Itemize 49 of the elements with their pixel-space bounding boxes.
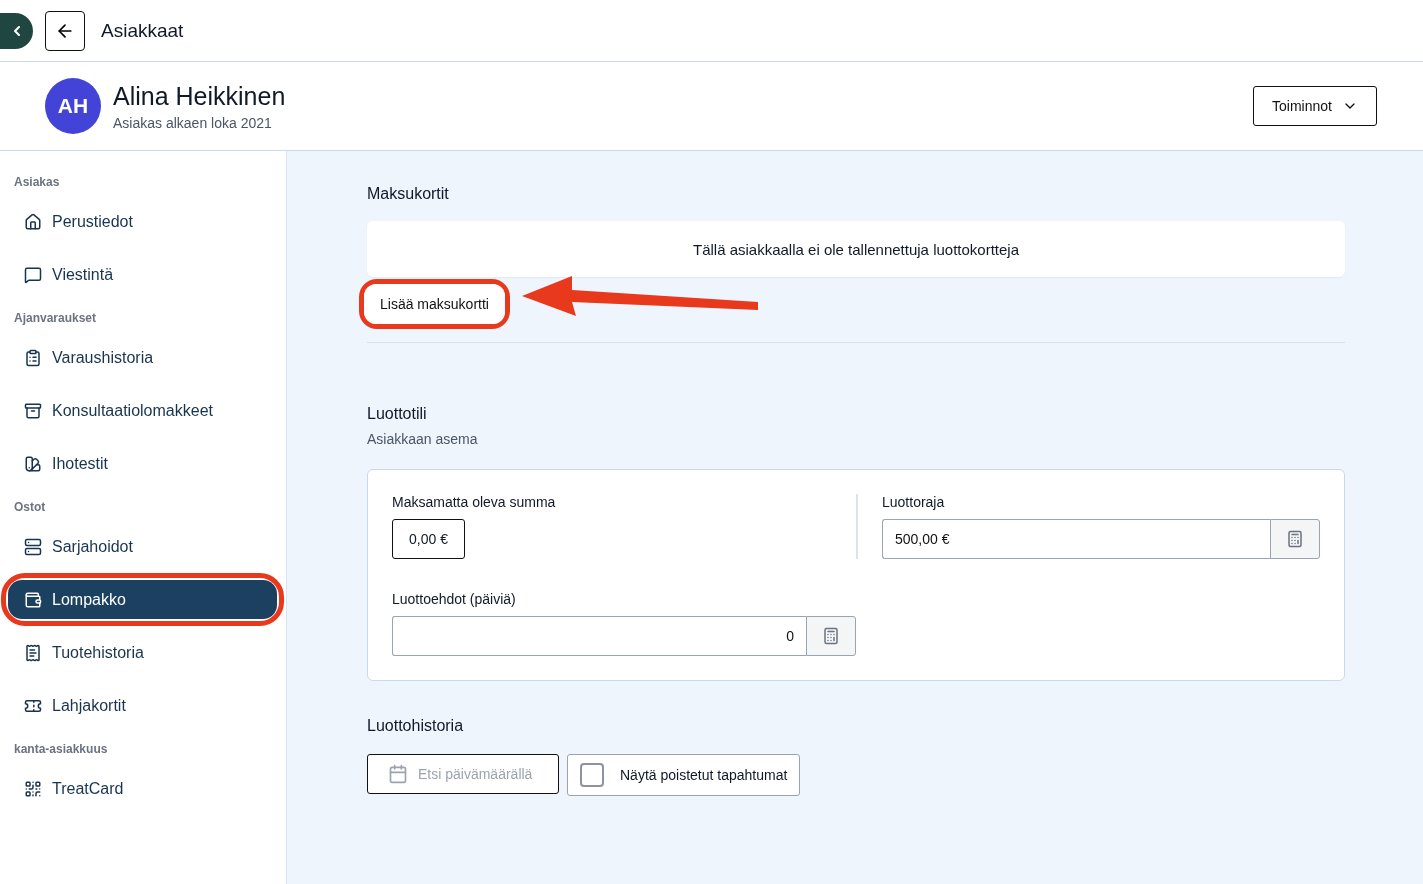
sidebar-item[interactable]: Perustiedot bbox=[8, 202, 277, 241]
field-label: Luottoraja bbox=[882, 494, 946, 510]
back-button[interactable] bbox=[45, 10, 85, 51]
add-card-button[interactable]: Lisää maksukortti bbox=[364, 284, 505, 324]
qr-code-icon bbox=[24, 779, 42, 798]
calculator-button[interactable] bbox=[1270, 519, 1320, 559]
avatar: AH bbox=[45, 78, 101, 134]
calendar-icon bbox=[388, 764, 408, 784]
credit-terms-field[interactable]: 0 bbox=[392, 616, 806, 656]
actions-dropdown[interactable]: Toiminnot bbox=[1253, 86, 1377, 126]
calculator-button[interactable] bbox=[806, 616, 856, 656]
sidebar-item[interactable]: Sarjahoidot bbox=[8, 527, 277, 566]
calculator-icon bbox=[1286, 530, 1304, 548]
sidebar-section-title: kanta-asiakkuus bbox=[14, 742, 109, 756]
sidebar-item[interactable]: Ihotestit bbox=[8, 444, 277, 483]
customer-since: Asiakas alkaen loka 2021 bbox=[113, 114, 273, 131]
sidebar-item[interactable]: TreatCard bbox=[8, 769, 277, 808]
sidebar-item[interactable]: Viestintä bbox=[8, 255, 277, 294]
wallet-icon bbox=[24, 590, 42, 609]
sidebar-item[interactable]: Tuotehistoria bbox=[8, 633, 277, 672]
sidebar-section-title: Ostot bbox=[14, 500, 47, 514]
collapse-button[interactable] bbox=[0, 12, 33, 49]
house-icon bbox=[24, 212, 42, 231]
speech-bubble-icon bbox=[24, 265, 42, 284]
swatch-icon bbox=[24, 454, 42, 473]
section-title: Luottohistoria bbox=[367, 717, 465, 735]
sidebar-item[interactable]: Varaushistoria bbox=[8, 338, 277, 377]
sidebar-section-title: Asiakas bbox=[14, 175, 61, 189]
sidebar-item[interactable]: Konsultaatiolomakkeet bbox=[8, 391, 277, 430]
checkbox[interactable] bbox=[580, 763, 604, 787]
credit-limit-field[interactable]: 500,00 € bbox=[882, 519, 1270, 559]
section-subtitle: Asiakkaan asema bbox=[367, 431, 479, 447]
section-title: Maksukortit bbox=[367, 185, 450, 203]
sidebar-section-title: Ajanvaraukset bbox=[14, 311, 98, 325]
receipt-icon bbox=[24, 643, 42, 662]
sidebar-item[interactable]: Lahjakortit bbox=[8, 686, 277, 725]
page-title: Asiakkaat bbox=[101, 19, 184, 42]
section-title: Luottotili bbox=[367, 405, 428, 423]
customer-name: Alina Heikkinen bbox=[113, 81, 287, 111]
clipboard-icon bbox=[24, 348, 42, 367]
tray-icon bbox=[24, 401, 42, 420]
outstanding-amount: 0,00 € bbox=[392, 519, 465, 559]
field-label: Maksamatta oleva summa bbox=[392, 494, 557, 510]
server-icon bbox=[24, 537, 42, 556]
sidebar-item[interactable]: Lompakko bbox=[8, 580, 277, 619]
field-label: Luottoehdot (päiviä) bbox=[392, 591, 517, 607]
calculator-icon bbox=[822, 627, 840, 645]
empty-message: Tällä asiakkaalla ei ole tallennettuja luottokortteja bbox=[367, 221, 1345, 277]
show-deleted-toggle[interactable]: Näytä poistetut tapahtumat bbox=[567, 754, 801, 796]
